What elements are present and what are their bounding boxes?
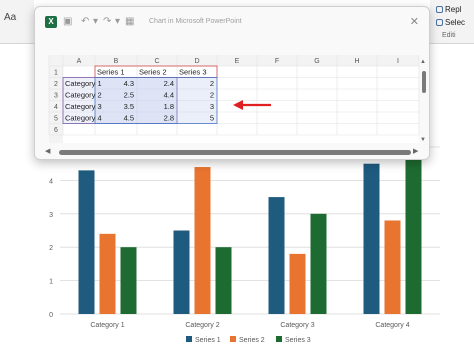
bar-series-1-1[interactable]: [78, 170, 95, 314]
category-cell[interactable]: Category 1: [65, 79, 102, 88]
row-header[interactable]: 4: [54, 104, 58, 111]
legend-label: Series 2: [239, 337, 265, 344]
value-cell[interactable]: 2.8: [164, 114, 174, 123]
bar-series-3-4[interactable]: [405, 160, 422, 314]
value-cell[interactable]: 5: [210, 114, 214, 123]
legend-swatch: [186, 336, 192, 342]
bar-series-3-1[interactable]: [120, 247, 137, 314]
y-tick-label: 2: [49, 245, 53, 252]
row-header[interactable]: 3: [54, 93, 58, 100]
value-cell[interactable]: 4.4: [164, 91, 174, 100]
column-header[interactable]: E: [235, 58, 240, 65]
row-header[interactable]: 1: [54, 70, 58, 77]
scroll-up-icon[interactable]: ▲: [420, 59, 426, 65]
ribbon-editing-group: Repl Selec Editi: [430, 0, 474, 44]
legend-label: Series 1: [195, 337, 221, 344]
value-cell[interactable]: 2: [210, 91, 214, 100]
value-cell[interactable]: 3.5: [124, 102, 134, 111]
chart-legend: Series 1 Series 2 Series 3: [186, 336, 311, 344]
select-icon: [436, 19, 443, 26]
bar-series-3-3[interactable]: [310, 213, 327, 314]
series-header-cell[interactable]: Series 2: [139, 68, 167, 77]
column-header[interactable]: I: [397, 58, 399, 65]
excel-data-dialog: X ▣ ↶ ▾ ↷ ▾ ▦ Chart in Microsoft PowerPo…: [34, 6, 430, 160]
values-range-highlight: [94, 77, 218, 124]
x-tick-label: Category 1: [90, 322, 124, 329]
bar-series-2-1[interactable]: [99, 233, 116, 314]
value-cell[interactable]: 4.5: [124, 114, 134, 123]
scroll-down-icon[interactable]: ▼: [420, 137, 426, 143]
x-tick-label: Category 4: [375, 322, 409, 329]
value-cell[interactable]: 4.3: [124, 79, 134, 88]
bar-series-2-4[interactable]: [384, 220, 401, 314]
row-header[interactable]: 5: [54, 116, 58, 123]
chart-gridlines: [60, 146, 440, 315]
y-tick-label: 1: [49, 279, 53, 286]
bar-series-1-3[interactable]: [268, 197, 285, 314]
bar-series-2-3[interactable]: [289, 253, 306, 314]
row-header[interactable]: 6: [54, 127, 58, 134]
chart-bars: [78, 160, 422, 315]
x-axis-labels: Category 1 Category 2 Category 3 Category 4: [90, 322, 409, 329]
y-axis-ticks: 0 1 2 3 4: [49, 178, 53, 319]
x-tick-label: Category 2: [185, 322, 219, 329]
scroll-left-icon[interactable]: ◀: [45, 147, 50, 155]
category-cell[interactable]: Category 3: [65, 102, 102, 111]
column-header[interactable]: F: [275, 58, 279, 65]
vertical-scrollbar[interactable]: [422, 71, 426, 93]
category-cell[interactable]: Category 4: [65, 114, 102, 123]
legend-label: Series 3: [285, 337, 311, 344]
value-cell[interactable]: 2.4: [164, 79, 174, 88]
y-tick-label: 4: [49, 178, 53, 185]
editing-group-label: Editi: [442, 32, 456, 39]
bar-series-2-2[interactable]: [194, 167, 211, 314]
value-cell[interactable]: 1.8: [164, 102, 174, 111]
row-header[interactable]: 2: [54, 81, 58, 88]
legend-swatch: [230, 336, 236, 342]
value-cell[interactable]: 2.5: [124, 91, 134, 100]
y-tick-label: 3: [49, 212, 53, 219]
replace-icon: [436, 6, 443, 13]
bar-series-1-2[interactable]: [173, 230, 190, 315]
horizontal-scrollbar[interactable]: [59, 150, 411, 155]
value-cell[interactable]: 3: [210, 102, 214, 111]
font-size-button[interactable]: Aa: [4, 12, 16, 23]
value-cell[interactable]: 2: [210, 79, 214, 88]
column-header[interactable]: A: [77, 58, 82, 65]
ribbon-font-group: Aa: [0, 0, 34, 44]
series-header-cell[interactable]: Series 3: [179, 68, 207, 77]
bar-series-1-4[interactable]: [363, 163, 380, 314]
y-tick-label: 0: [49, 312, 53, 319]
replace-button[interactable]: Repl: [436, 5, 461, 14]
column-header[interactable]: C: [154, 58, 159, 65]
series-header-cell[interactable]: Series 1: [97, 68, 125, 77]
legend-swatch: [276, 336, 282, 342]
category-cell[interactable]: Category 2: [65, 91, 102, 100]
column-header[interactable]: D: [194, 58, 199, 65]
bar-series-3-2[interactable]: [215, 247, 232, 314]
x-tick-label: Category 3: [280, 322, 314, 329]
scroll-right-icon[interactable]: ▶: [413, 147, 418, 155]
powerpoint-window: 01234 Category 1 Category 2 Category 3 Cate…: [0, 0, 474, 351]
spreadsheet-grid[interactable]: A B C D E F G H I 1 2 3 4 5 6 Series 1 Series 2 Series 3 C…: [35, 7, 430, 160]
column-header[interactable]: H: [354, 58, 359, 65]
select-button[interactable]: Selec: [436, 18, 465, 27]
column-header[interactable]: B: [114, 58, 119, 65]
column-header[interactable]: G: [314, 58, 319, 65]
